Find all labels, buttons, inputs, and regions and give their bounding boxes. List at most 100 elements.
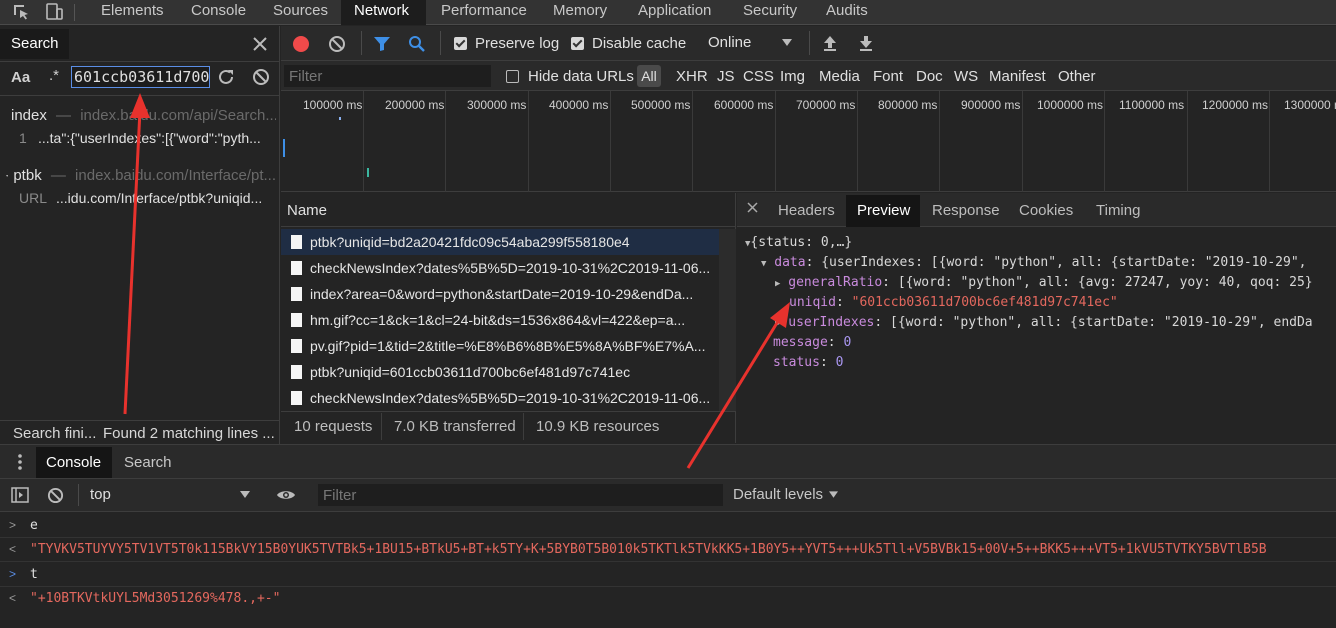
request-row[interactable]: index?area=0&word=python&startDate=2019-… [281, 281, 719, 307]
request-row[interactable]: ptbk?uniqid=601ccb03611d700bc6ef481d97c7… [281, 359, 719, 385]
json-data-node[interactable]: ▼ data: {userIndexes: [{word: "python", … [761, 255, 1306, 270]
clear-log-icon[interactable] [328, 35, 346, 53]
request-name: checkNewsIndex?dates%5B%5D=2019-10-31%2C… [310, 260, 711, 276]
tab-elements[interactable]: Elements [101, 0, 164, 25]
tab-response[interactable]: Response [932, 195, 1000, 227]
match-case-button[interactable]: Aa [11, 69, 30, 86]
tab-timing[interactable]: Timing [1096, 195, 1140, 227]
search-result-group[interactable]: ptbk — index.baidu.com/Interface/pt... [6, 167, 276, 184]
context-select[interactable]: top [90, 486, 250, 503]
search-icon[interactable] [408, 35, 426, 53]
search-result-group[interactable]: index — index.baidu.com/api/Search... [6, 107, 276, 124]
console-line-output[interactable]: < "TYVKV5TUYVY5TV1VT5T0k115BkVY15B0YUK5T… [0, 538, 1336, 562]
json-key: userIndexes [788, 315, 875, 330]
request-name: ptbk?uniqid=bd2a20421fdc09c54aba299f5581… [310, 234, 630, 250]
clear-console-icon[interactable] [47, 487, 64, 504]
clear-icon[interactable] [252, 68, 270, 86]
close-icon[interactable] [252, 36, 268, 52]
console-output: > e < "TYVKV5TUYVY5TV1VT5T0k115BkVY15B0Y… [0, 512, 1336, 628]
device-toolbar-icon[interactable] [44, 3, 64, 21]
sidebar-toggle-icon[interactable] [11, 487, 29, 503]
import-har-icon[interactable] [822, 34, 838, 52]
tab-sources[interactable]: Sources [273, 0, 328, 25]
timeline-tick: 200000 ms [385, 98, 445, 112]
chevron-down-icon [829, 490, 839, 498]
name-column-header[interactable]: Name [281, 193, 736, 227]
log-levels-select[interactable]: Default levels [733, 486, 839, 503]
request-detail-panel: Headers Preview Response Cookies Timing … [737, 193, 1336, 443]
json-value: : {userIndexes: [{word: "python", all: {… [805, 255, 1307, 270]
filter-type-doc[interactable]: Doc [916, 68, 943, 85]
record-icon[interactable] [293, 36, 309, 52]
request-row[interactable]: pv.gif?pid=1&tid=2&title=%E8%B6%8B%E5%8A… [281, 333, 719, 359]
tab-network[interactable]: Network [341, 0, 426, 25]
console-line-output[interactable]: < "+10BTKVtkUYL5Md3051269%478.,+-" [0, 587, 1336, 611]
refresh-icon[interactable] [217, 68, 235, 86]
console-line-input[interactable]: > e [0, 514, 1336, 538]
filter-type-manifest[interactable]: Manifest [989, 68, 1046, 85]
search-result-line[interactable]: 1 ...ta":{"userIndexes":[{"word":"pyth..… [19, 130, 277, 146]
tab-preview[interactable]: Preview [846, 195, 920, 227]
preserve-log-checkbox[interactable]: Preserve log [454, 35, 559, 52]
json-general-ratio-node[interactable]: ▶ generalRatio: [{word: "python", all: {… [775, 275, 1313, 290]
filter-type-other[interactable]: Other [1058, 68, 1096, 85]
eye-icon[interactable] [276, 488, 296, 502]
json-root-node[interactable]: ▼{status: 0,…} [745, 235, 852, 250]
request-name: checkNewsIndex?dates%5B%5D=2019-10-31%2C… [310, 390, 711, 406]
inspect-element-icon[interactable] [12, 3, 30, 21]
result-line-number: 1 [19, 130, 27, 146]
tab-headers[interactable]: Headers [778, 195, 835, 227]
json-status-node[interactable]: status: 0 [773, 355, 843, 370]
console-output-text: "+10BTKVtkUYL5Md3051269%478.,+-" [30, 591, 281, 606]
request-row[interactable]: ptbk?uniqid=bd2a20421fdc09c54aba299f5581… [281, 229, 719, 255]
search-result-line[interactable]: URL ...idu.com/Interface/ptbk?uniqid... [19, 190, 277, 206]
filter-type-media[interactable]: Media [819, 68, 860, 85]
tab-cookies[interactable]: Cookies [1019, 195, 1073, 227]
regex-button[interactable]: .* [49, 67, 59, 84]
network-overview-timeline[interactable]: 100000 ms 200000 ms 300000 ms 400000 ms … [281, 91, 1336, 192]
more-options-icon[interactable] [18, 453, 22, 471]
request-list-scrollbar[interactable] [719, 229, 736, 411]
filter-type-img[interactable]: Img [780, 68, 805, 85]
console-line-input[interactable]: > t [0, 563, 1336, 587]
json-message-node[interactable]: message: 0 [773, 335, 851, 350]
filter-type-xhr[interactable]: XHR [676, 68, 708, 85]
request-row[interactable]: checkNewsIndex?dates%5B%5D=2019-10-31%2C… [281, 385, 719, 411]
console-prompt-icon: > [9, 567, 17, 581]
network-toolbar: Preserve log Disable cache Online [281, 26, 1336, 61]
request-row[interactable]: checkNewsIndex?dates%5B%5D=2019-10-31%2C… [281, 255, 719, 281]
disable-cache-checkbox[interactable]: Disable cache [571, 35, 686, 52]
hide-data-urls-checkbox[interactable]: Hide data URLs [506, 68, 634, 85]
tab-audits[interactable]: Audits [826, 0, 868, 25]
timeline-tick: 700000 ms [796, 98, 856, 112]
close-icon[interactable] [747, 202, 758, 213]
drawer-tab-search[interactable]: Search [124, 454, 172, 471]
request-name: ptbk?uniqid=601ccb03611d700bc6ef481d97c7… [310, 364, 631, 380]
json-uniqid-node[interactable]: uniqid: "601ccb03611d700bc6ef481d97c741e… [789, 295, 1118, 310]
search-input[interactable]: 601ccb03611d700bc6ef481d97c741ec [71, 66, 210, 88]
filter-input[interactable]: Filter [284, 65, 491, 87]
tab-performance[interactable]: Performance [441, 0, 527, 25]
search-status: Search fini... [13, 425, 97, 442]
console-filter-input[interactable]: Filter [318, 484, 723, 506]
timeline-tick: 100000 ms [303, 98, 363, 112]
json-user-indexes-node[interactable]: ▶ userIndexes: [{word: "python", all: {s… [775, 315, 1313, 330]
export-har-icon[interactable] [858, 34, 874, 52]
result-line-number: URL [19, 190, 48, 206]
throttling-select[interactable]: Online [708, 34, 796, 51]
request-name: index?area=0&word=python&startDate=2019-… [310, 286, 694, 302]
search-tab[interactable]: Search [0, 29, 69, 59]
tab-application[interactable]: Application [638, 0, 711, 25]
expand-arrow-icon [6, 174, 9, 177]
filter-icon[interactable] [373, 36, 391, 52]
tab-security[interactable]: Security [743, 0, 797, 25]
drawer-tab-console[interactable]: Console [36, 447, 112, 478]
tab-memory[interactable]: Memory [553, 0, 607, 25]
tab-console[interactable]: Console [191, 0, 246, 25]
filter-type-js[interactable]: JS [717, 68, 735, 85]
filter-type-font[interactable]: Font [873, 68, 903, 85]
request-row[interactable]: hm.gif?cc=1&ck=1&cl=24-bit&ds=1536x864&v… [281, 307, 719, 333]
filter-type-ws[interactable]: WS [954, 68, 978, 85]
filter-type-all[interactable]: All [637, 65, 661, 87]
filter-type-css[interactable]: CSS [743, 68, 774, 85]
